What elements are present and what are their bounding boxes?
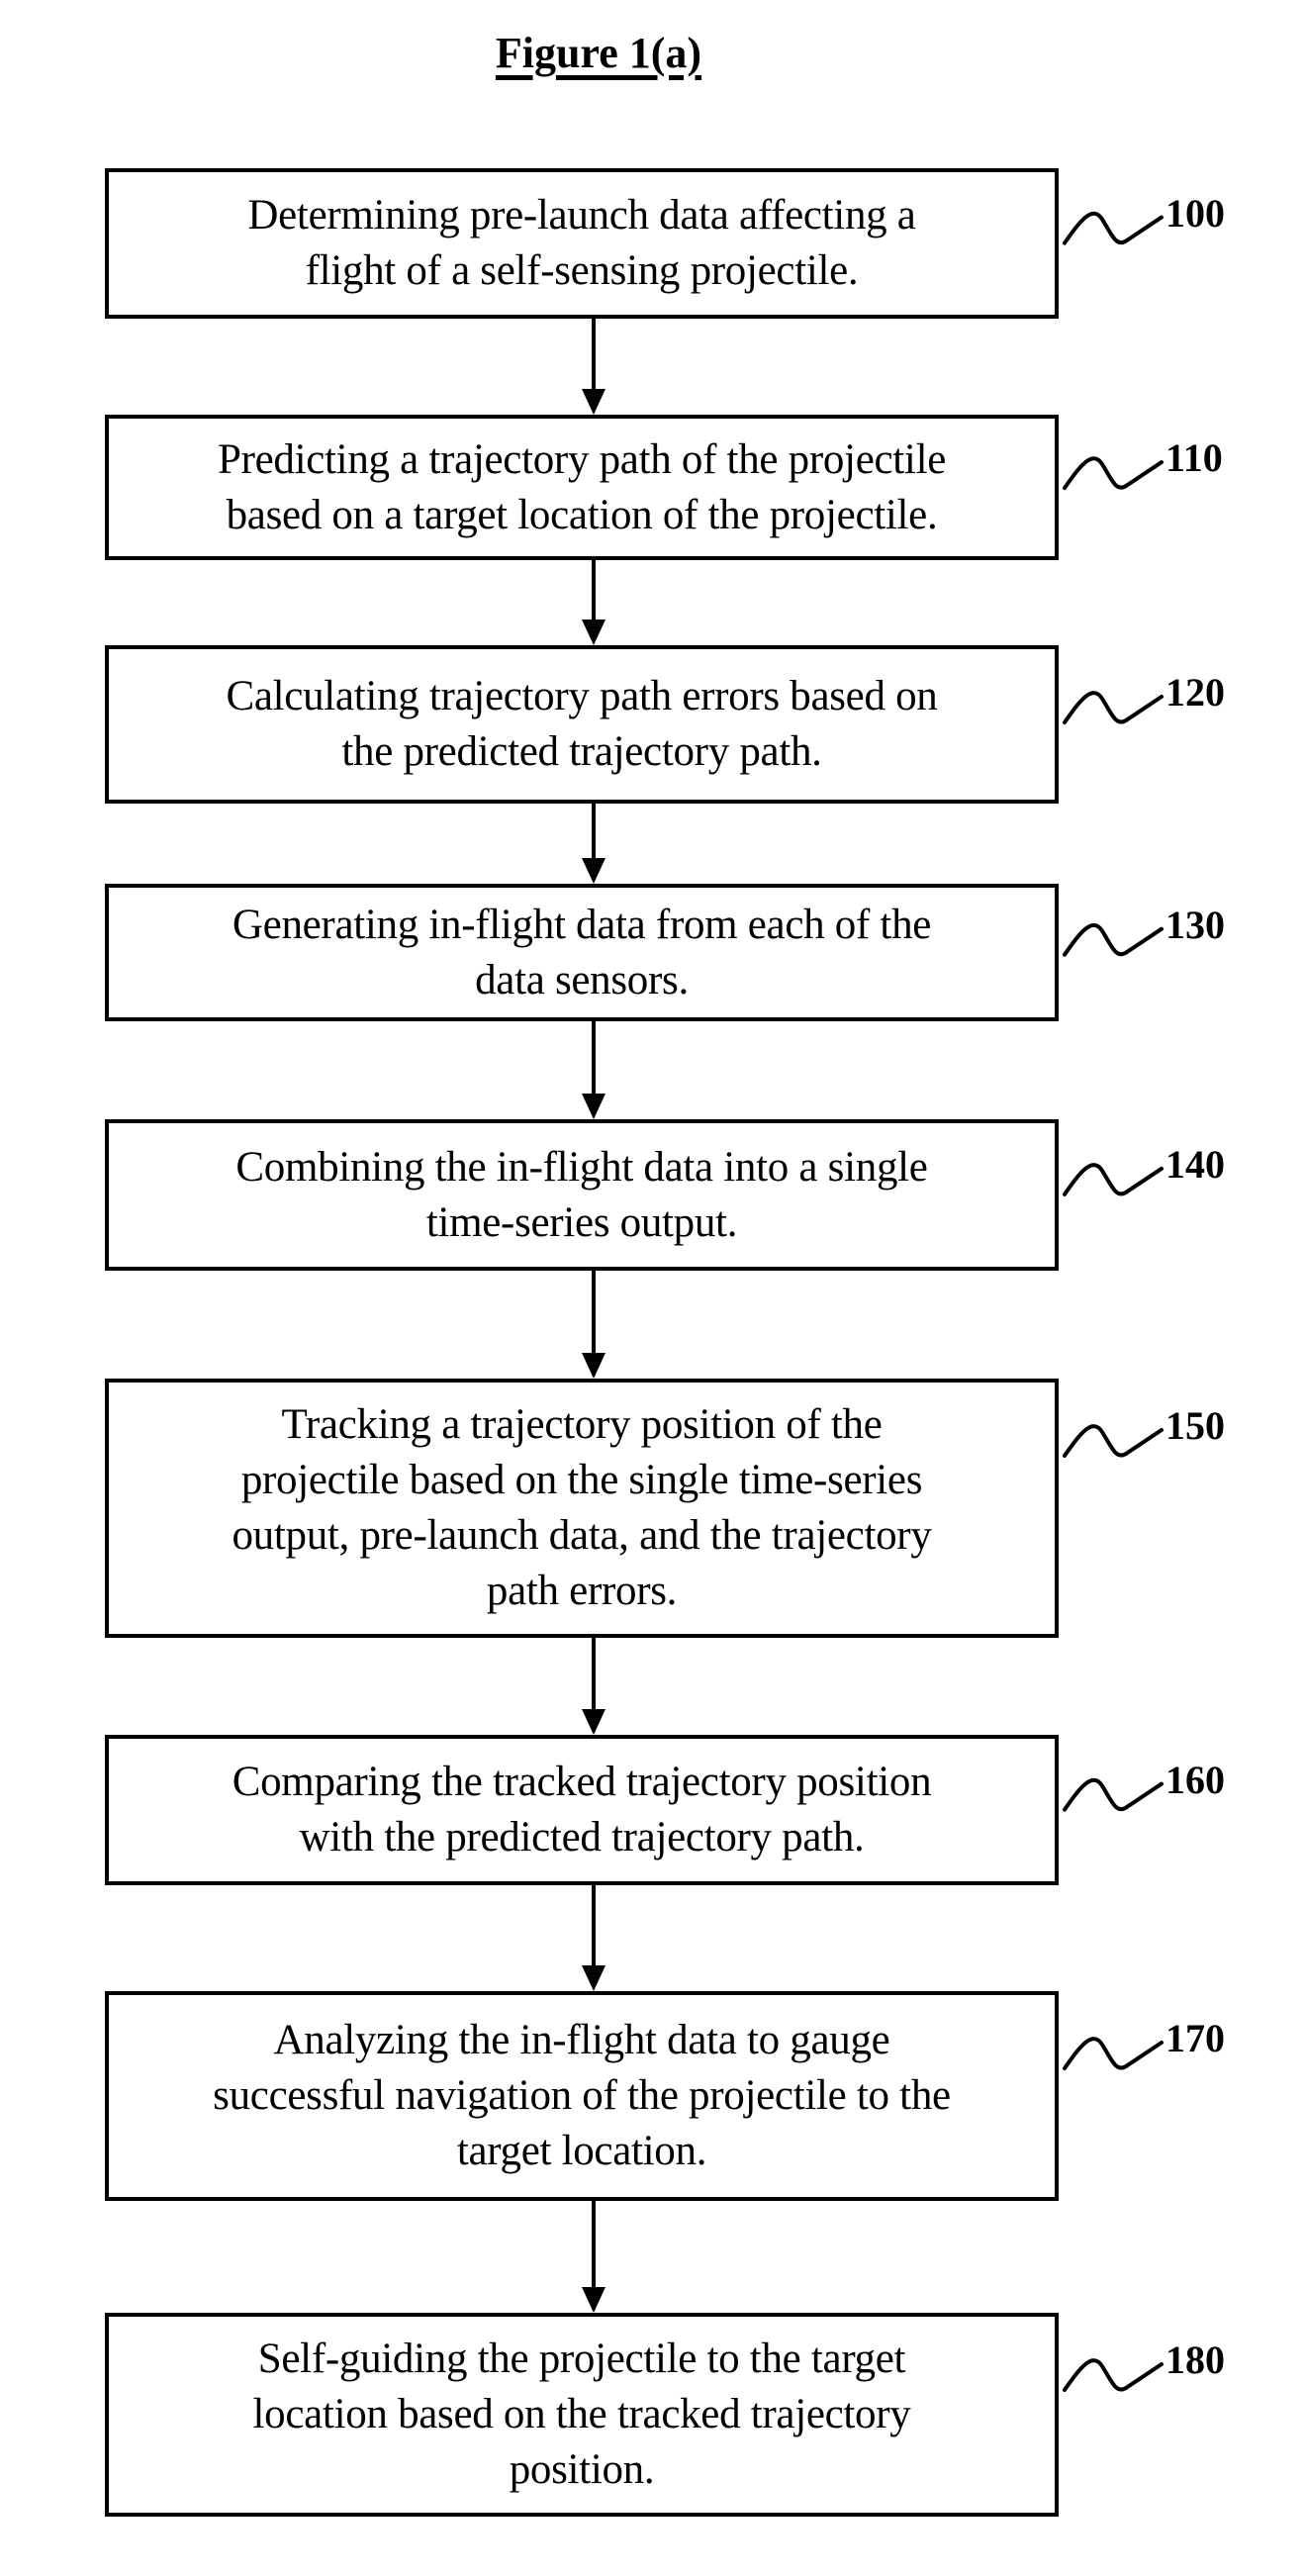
step-box-110: Predicting a trajectory path of the proj… bbox=[105, 415, 1059, 560]
step-text-line: target location. bbox=[456, 2128, 707, 2174]
flow-arrow-head-icon bbox=[582, 1094, 605, 1119]
leader-squiggle bbox=[1063, 2358, 1164, 2392]
step-text-line: Self-guiding the projectile to the targe… bbox=[257, 2336, 906, 2382]
leader-squiggle bbox=[1063, 1163, 1164, 1196]
step-box-100: Determining pre-launch data affecting a f… bbox=[105, 168, 1059, 319]
step-text: Analyzing the in-flight data to gauge suc… bbox=[189, 2013, 975, 2179]
reference-numeral-140: 140 bbox=[1165, 1141, 1225, 1187]
step-text-line: successful navigation of the projectile … bbox=[213, 2072, 951, 2119]
step-text: Calculating trajectory path errors based… bbox=[202, 669, 961, 780]
step-text: Determining pre-launch data affecting a f… bbox=[224, 188, 939, 299]
step-text-line: position. bbox=[509, 2446, 655, 2493]
step-text-line: with the predicted trajectory path. bbox=[299, 1814, 865, 1860]
leader-squiggle bbox=[1063, 1424, 1164, 1458]
flow-arrow-head-icon bbox=[582, 2287, 605, 2313]
step-text: Comparing the tracked trajectory positio… bbox=[209, 1755, 956, 1865]
leader-squiggle bbox=[1063, 691, 1164, 724]
reference-numeral-110: 110 bbox=[1165, 435, 1223, 481]
step-text-line: location based on the tracked trajectory bbox=[252, 2391, 911, 2437]
reference-numeral-100: 100 bbox=[1165, 190, 1225, 236]
step-box-140: Combining the in-flight data into a sing… bbox=[105, 1119, 1059, 1271]
step-text-line: data sensors. bbox=[475, 956, 689, 1003]
leader-squiggle bbox=[1063, 922, 1164, 957]
step-box-120: Calculating trajectory path errors based… bbox=[105, 645, 1059, 804]
step-text-line: Calculating trajectory path errors based… bbox=[226, 673, 938, 719]
step-text-line: output, pre-launch data, and the traject… bbox=[232, 1512, 932, 1559]
flow-arrow-head-icon bbox=[582, 1965, 605, 1991]
leader-squiggle bbox=[1063, 211, 1164, 245]
step-box-170: Analyzing the in-flight data to gauge suc… bbox=[105, 1991, 1059, 2201]
step-text: Tracking a trajectory position of the pro… bbox=[208, 1397, 955, 1619]
reference-numeral-160: 160 bbox=[1165, 1757, 1225, 1802]
leader-squiggle bbox=[1063, 2037, 1164, 2070]
step-text-line: Comparing the tracked trajectory positio… bbox=[232, 1759, 932, 1805]
leader-squiggle bbox=[1063, 456, 1164, 491]
step-text-line: projectile based on the single time-seri… bbox=[240, 1457, 923, 1503]
step-text-line: Generating in-flight data from each of t… bbox=[232, 901, 932, 948]
step-text-line: Determining pre-launch data affecting a bbox=[247, 192, 916, 239]
step-box-130: Generating in-flight data from each of t… bbox=[105, 884, 1059, 1021]
reference-numeral-170: 170 bbox=[1165, 2016, 1225, 2060]
step-text: Generating in-flight data from each of t… bbox=[209, 898, 955, 1008]
flow-arrow-head-icon bbox=[582, 620, 605, 645]
flow-arrow-head-icon bbox=[582, 389, 605, 415]
reference-numeral-130: 130 bbox=[1165, 902, 1225, 947]
step-text-line: Predicting a trajectory path of the proj… bbox=[217, 435, 946, 483]
flow-arrow-head-icon bbox=[582, 1353, 605, 1379]
step-box-160: Comparing the tracked trajectory positio… bbox=[105, 1735, 1059, 1885]
step-text-line: time-series output. bbox=[425, 1198, 738, 1246]
figure-title: Figure 1(a) bbox=[495, 29, 702, 77]
reference-numeral-150: 150 bbox=[1165, 1403, 1225, 1448]
step-text-line: Tracking a trajectory position of the bbox=[281, 1401, 883, 1448]
step-text: Predicting a trajectory path of the proj… bbox=[194, 432, 970, 543]
step-box-180: Self-guiding the projectile to the targe… bbox=[105, 2313, 1059, 2517]
step-text-line: Combining the in-flight data into a sing… bbox=[235, 1143, 928, 1191]
step-text-line: the predicted trajectory path. bbox=[341, 728, 822, 775]
step-text: Self-guiding the projectile to the targe… bbox=[230, 2332, 935, 2498]
reference-numeral-120: 120 bbox=[1165, 670, 1225, 715]
step-text-line: flight of a self-sensing projectile. bbox=[305, 247, 859, 294]
flow-arrow-head-icon bbox=[582, 1709, 605, 1735]
step-text: Combining the in-flight data into a sing… bbox=[212, 1140, 951, 1251]
step-box-150: Tracking a trajectory position of the pro… bbox=[105, 1379, 1059, 1638]
reference-numeral-180: 180 bbox=[1165, 2337, 1225, 2382]
leader-squiggle bbox=[1063, 1777, 1164, 1812]
flow-arrow-head-icon bbox=[582, 858, 605, 884]
step-text-line: path errors. bbox=[486, 1568, 678, 1614]
step-text-line: based on a target location of the projec… bbox=[226, 491, 938, 538]
step-text-line: Analyzing the in-flight data to gauge bbox=[273, 2017, 890, 2063]
